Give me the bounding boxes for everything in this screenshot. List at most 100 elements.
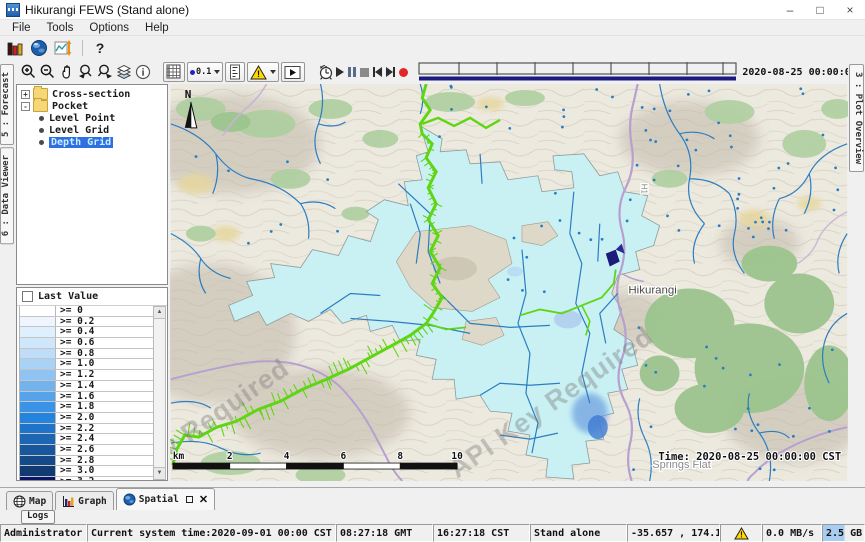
database-viewer-icon[interactable]: [4, 38, 26, 58]
zoom-next-icon[interactable]: [96, 62, 114, 82]
zoom-in-icon[interactable]: [20, 62, 38, 82]
map-toolbar: i 0.1 !: [14, 60, 848, 84]
legend-row-label: >= 3.0: [56, 466, 94, 476]
animation-timer-icon[interactable]: [317, 62, 335, 82]
collapse-icon[interactable]: -: [21, 102, 30, 111]
grid-scale-dropdown[interactable]: 0.1: [187, 62, 223, 82]
legend-row-label: >= 1.6: [56, 392, 94, 402]
tab-maximize-icon[interactable]: [186, 496, 193, 503]
dock-tab-data-viewer[interactable]: 6 : Data Viewer: [0, 147, 14, 244]
expand-icon[interactable]: +: [21, 90, 30, 99]
maximize-button[interactable]: □: [805, 0, 835, 19]
toolbar-separator: [82, 40, 83, 56]
legend-row[interactable]: >= 3.2: [20, 477, 153, 481]
svg-text:i: i: [142, 68, 145, 79]
status-bar: Administrator Current system time:2020-0…: [0, 524, 865, 542]
help-label: ?: [96, 40, 105, 56]
timeline-datetime: 2020-08-25 00:00:00 CST: [742, 67, 865, 78]
step-first-button[interactable]: [373, 63, 382, 81]
tab-graph[interactable]: Graph: [55, 491, 114, 510]
dock-tab-forecast[interactable]: 5 : Forecast: [0, 64, 14, 145]
record-button[interactable]: [399, 63, 408, 81]
bullet-icon: [39, 128, 44, 133]
legend-row-label: >= 0.6: [56, 338, 94, 348]
minimize-button[interactable]: –: [775, 0, 805, 19]
pause-button[interactable]: [348, 63, 356, 81]
close-button[interactable]: ×: [835, 0, 865, 19]
svg-text:N: N: [185, 88, 192, 101]
step-last-button[interactable]: [386, 63, 395, 81]
legend-panel: Last Value >= 0>= 0.2>= 0.4>= 0.6>= 0.8>…: [16, 287, 168, 481]
tab-map[interactable]: Map: [6, 491, 53, 510]
logs-tab[interactable]: Logs: [21, 510, 55, 524]
legend-table: >= 0>= 0.2>= 0.4>= 0.6>= 0.8>= 1.0>= 1.2…: [19, 306, 153, 480]
last-value-checkbox[interactable]: [22, 291, 33, 302]
scale-dot-icon: [190, 70, 195, 75]
legend-row-label: >= 2.8: [56, 456, 94, 466]
play-button[interactable]: [336, 63, 344, 81]
warning-icon: !: [250, 65, 267, 80]
menu-help[interactable]: Help: [137, 22, 177, 34]
bullet-icon: [39, 140, 44, 145]
zoom-previous-icon[interactable]: [77, 62, 95, 82]
svg-text:4: 4: [284, 451, 290, 462]
legend-row-label: >= 2.4: [56, 434, 94, 444]
menu-tools[interactable]: Tools: [39, 22, 82, 34]
legend-color-swatch: [20, 306, 56, 316]
svg-text:6: 6: [341, 451, 347, 462]
zoom-out-icon[interactable]: [39, 62, 57, 82]
logs-row: Logs: [0, 510, 865, 524]
scroll-up-icon[interactable]: ▲: [154, 307, 165, 319]
tree-node-depth-grid[interactable]: Depth Grid: [17, 136, 167, 148]
last-value-label: Last Value: [38, 291, 98, 302]
legend-row[interactable]: >= 1.4: [20, 381, 153, 392]
tree-node-level-point[interactable]: Level Point: [17, 112, 167, 124]
legend-color-swatch: [20, 402, 56, 412]
legend-color-swatch: [20, 317, 56, 327]
scroll-down-icon[interactable]: ▼: [154, 467, 165, 479]
warnings-dropdown[interactable]: !: [247, 62, 279, 82]
globe-grid-icon: [13, 495, 26, 508]
legend-scrollbar[interactable]: ▲ ▼: [153, 306, 166, 480]
tree-node-level-grid[interactable]: Level Grid: [17, 124, 167, 136]
chevron-down-icon: [270, 70, 276, 74]
legend-ruler-button[interactable]: [225, 62, 245, 82]
animation-display-button[interactable]: [281, 62, 305, 82]
svg-text:km: km: [173, 451, 185, 462]
map-display-icon[interactable]: [28, 38, 50, 58]
legend-color-swatch: [20, 456, 56, 466]
legend-color-swatch: [20, 413, 56, 423]
legend-row-label: >= 1.2: [56, 370, 94, 380]
status-memory: 2.5 GB: [822, 524, 865, 542]
legend-color-swatch: [20, 370, 56, 380]
main-toolbar: ?: [0, 36, 865, 60]
info-icon[interactable]: i: [134, 62, 152, 82]
tab-spatial[interactable]: Spatial ✕: [116, 488, 215, 510]
tab-map-label: Map: [29, 496, 46, 507]
timeline-slider[interactable]: [418, 61, 738, 84]
stop-button[interactable]: [360, 63, 369, 81]
grid-display-button[interactable]: [163, 62, 185, 82]
layers-icon[interactable]: [115, 62, 133, 82]
legend-row-label: >= 1.8: [56, 402, 94, 412]
menu-options[interactable]: Options: [81, 22, 137, 34]
pan-hand-icon[interactable]: [58, 62, 76, 82]
main-area: 5 : Forecast 6 : Data Viewer: [0, 60, 865, 487]
bullet-icon: [39, 116, 44, 121]
menu-file[interactable]: File: [4, 22, 39, 34]
legend-row[interactable]: >= 2.0: [20, 413, 153, 424]
warning-icon: !: [734, 527, 749, 540]
svg-text:!: !: [257, 69, 260, 79]
status-gmt-time: 08:27:18 GMT: [336, 524, 433, 542]
tab-close-icon[interactable]: ✕: [199, 495, 208, 505]
time-series-display-icon[interactable]: [52, 38, 74, 58]
svg-text:10: 10: [451, 451, 463, 462]
tree-node-pocket[interactable]: - Pocket: [17, 100, 167, 112]
left-dock-strip: 5 : Forecast 6 : Data Viewer: [0, 60, 14, 487]
svg-text:!: !: [740, 530, 743, 539]
view-tab-bar: Map Graph Spatial ✕: [0, 487, 865, 510]
status-warning-cell[interactable]: !: [720, 524, 762, 542]
map-canvas[interactable]: API Key Required API Key Required Hikura…: [170, 84, 848, 487]
help-button[interactable]: ?: [89, 38, 111, 58]
dock-tab-plot-overview[interactable]: 3 : Plot Overview: [849, 64, 864, 172]
